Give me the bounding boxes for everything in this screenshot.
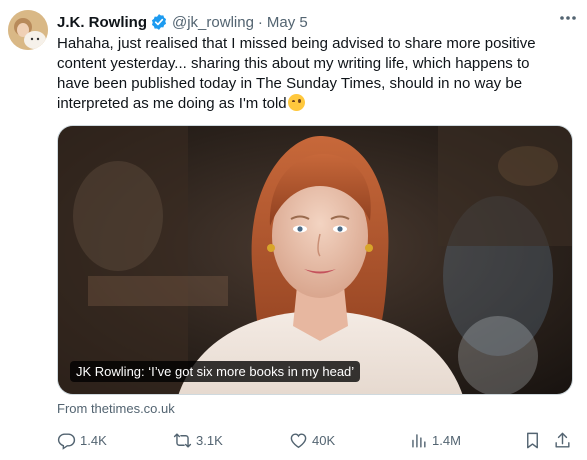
view-count: 1.4M: [432, 432, 461, 448]
author-handle[interactable]: @jk_rowling: [172, 14, 254, 31]
card-caption: JK Rowling: ‘I’ve got six more books in …: [70, 361, 361, 382]
bookmark-button[interactable]: [523, 428, 546, 452]
avatar-image: [8, 10, 48, 50]
more-dots-icon: [560, 16, 576, 20]
heart-icon: [290, 432, 307, 448]
like-button[interactable]: 40K: [289, 428, 335, 452]
separator-dot: ·: [257, 13, 263, 31]
tweet-text: Hahaha, just realised that I missed bein…: [57, 34, 562, 114]
verified-badge-icon: [151, 14, 167, 30]
share-button[interactable]: [553, 428, 576, 452]
reply-icon: [57, 432, 76, 450]
repost-icon: [173, 432, 192, 448]
repost-count: 3.1K: [196, 432, 223, 448]
action-bar: 1.4K 3.1K 40K 1.4M: [57, 428, 577, 452]
avatar[interactable]: [8, 10, 48, 50]
winking-face-icon: [287, 94, 305, 111]
article-photo: [58, 126, 572, 394]
views-button[interactable]: 1.4M: [409, 428, 461, 452]
tweet-header: J.K. Rowling @jk_rowling · May 5: [57, 11, 575, 33]
share-icon: [555, 432, 570, 448]
more-options-button[interactable]: [555, 6, 581, 30]
like-count: 40K: [312, 432, 336, 448]
repost-button[interactable]: 3.1K: [173, 428, 223, 452]
author-name[interactable]: J.K. Rowling: [57, 14, 147, 31]
tweet-date[interactable]: May 5: [267, 14, 308, 31]
reply-count: 1.4K: [80, 432, 107, 448]
link-card[interactable]: JK Rowling: ‘I’ve got six more books in …: [57, 125, 573, 395]
views-chart-icon: [412, 433, 426, 448]
bookmark-icon: [527, 432, 538, 448]
reply-button[interactable]: 1.4K: [57, 428, 107, 452]
card-source-link[interactable]: From thetimes.co.uk: [57, 401, 175, 416]
